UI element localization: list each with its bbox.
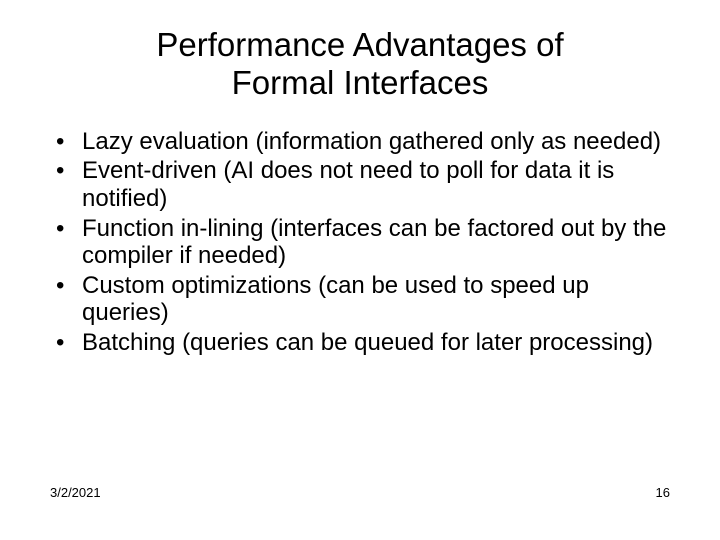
slide-title: Performance Advantages of Formal Interfa…: [0, 0, 720, 102]
list-item: Lazy evaluation (information gathered on…: [50, 128, 670, 156]
title-line-2: Formal Interfaces: [232, 64, 489, 101]
slide: Performance Advantages of Formal Interfa…: [0, 0, 720, 540]
footer-date: 3/2/2021: [50, 485, 101, 500]
bullet-text: Lazy evaluation (information gathered on…: [82, 128, 661, 155]
footer-page-number: 16: [656, 485, 670, 500]
bullet-text: Function in-lining (interfaces can be fa…: [82, 215, 666, 270]
title-line-1: Performance Advantages of: [156, 26, 563, 63]
bullet-list: Lazy evaluation (information gathered on…: [50, 128, 670, 357]
bullet-text: Event-driven (AI does not need to poll f…: [82, 157, 614, 212]
list-item: Event-driven (AI does not need to poll f…: [50, 157, 670, 212]
bullet-text: Batching (queries can be queued for late…: [82, 329, 653, 356]
list-item: Function in-lining (interfaces can be fa…: [50, 215, 670, 270]
bullet-text: Custom optimizations (can be used to spe…: [82, 272, 589, 327]
slide-body: Lazy evaluation (information gathered on…: [0, 102, 720, 357]
list-item: Batching (queries can be queued for late…: [50, 329, 670, 357]
list-item: Custom optimizations (can be used to spe…: [50, 272, 670, 327]
slide-footer: 3/2/2021 16: [50, 485, 670, 500]
